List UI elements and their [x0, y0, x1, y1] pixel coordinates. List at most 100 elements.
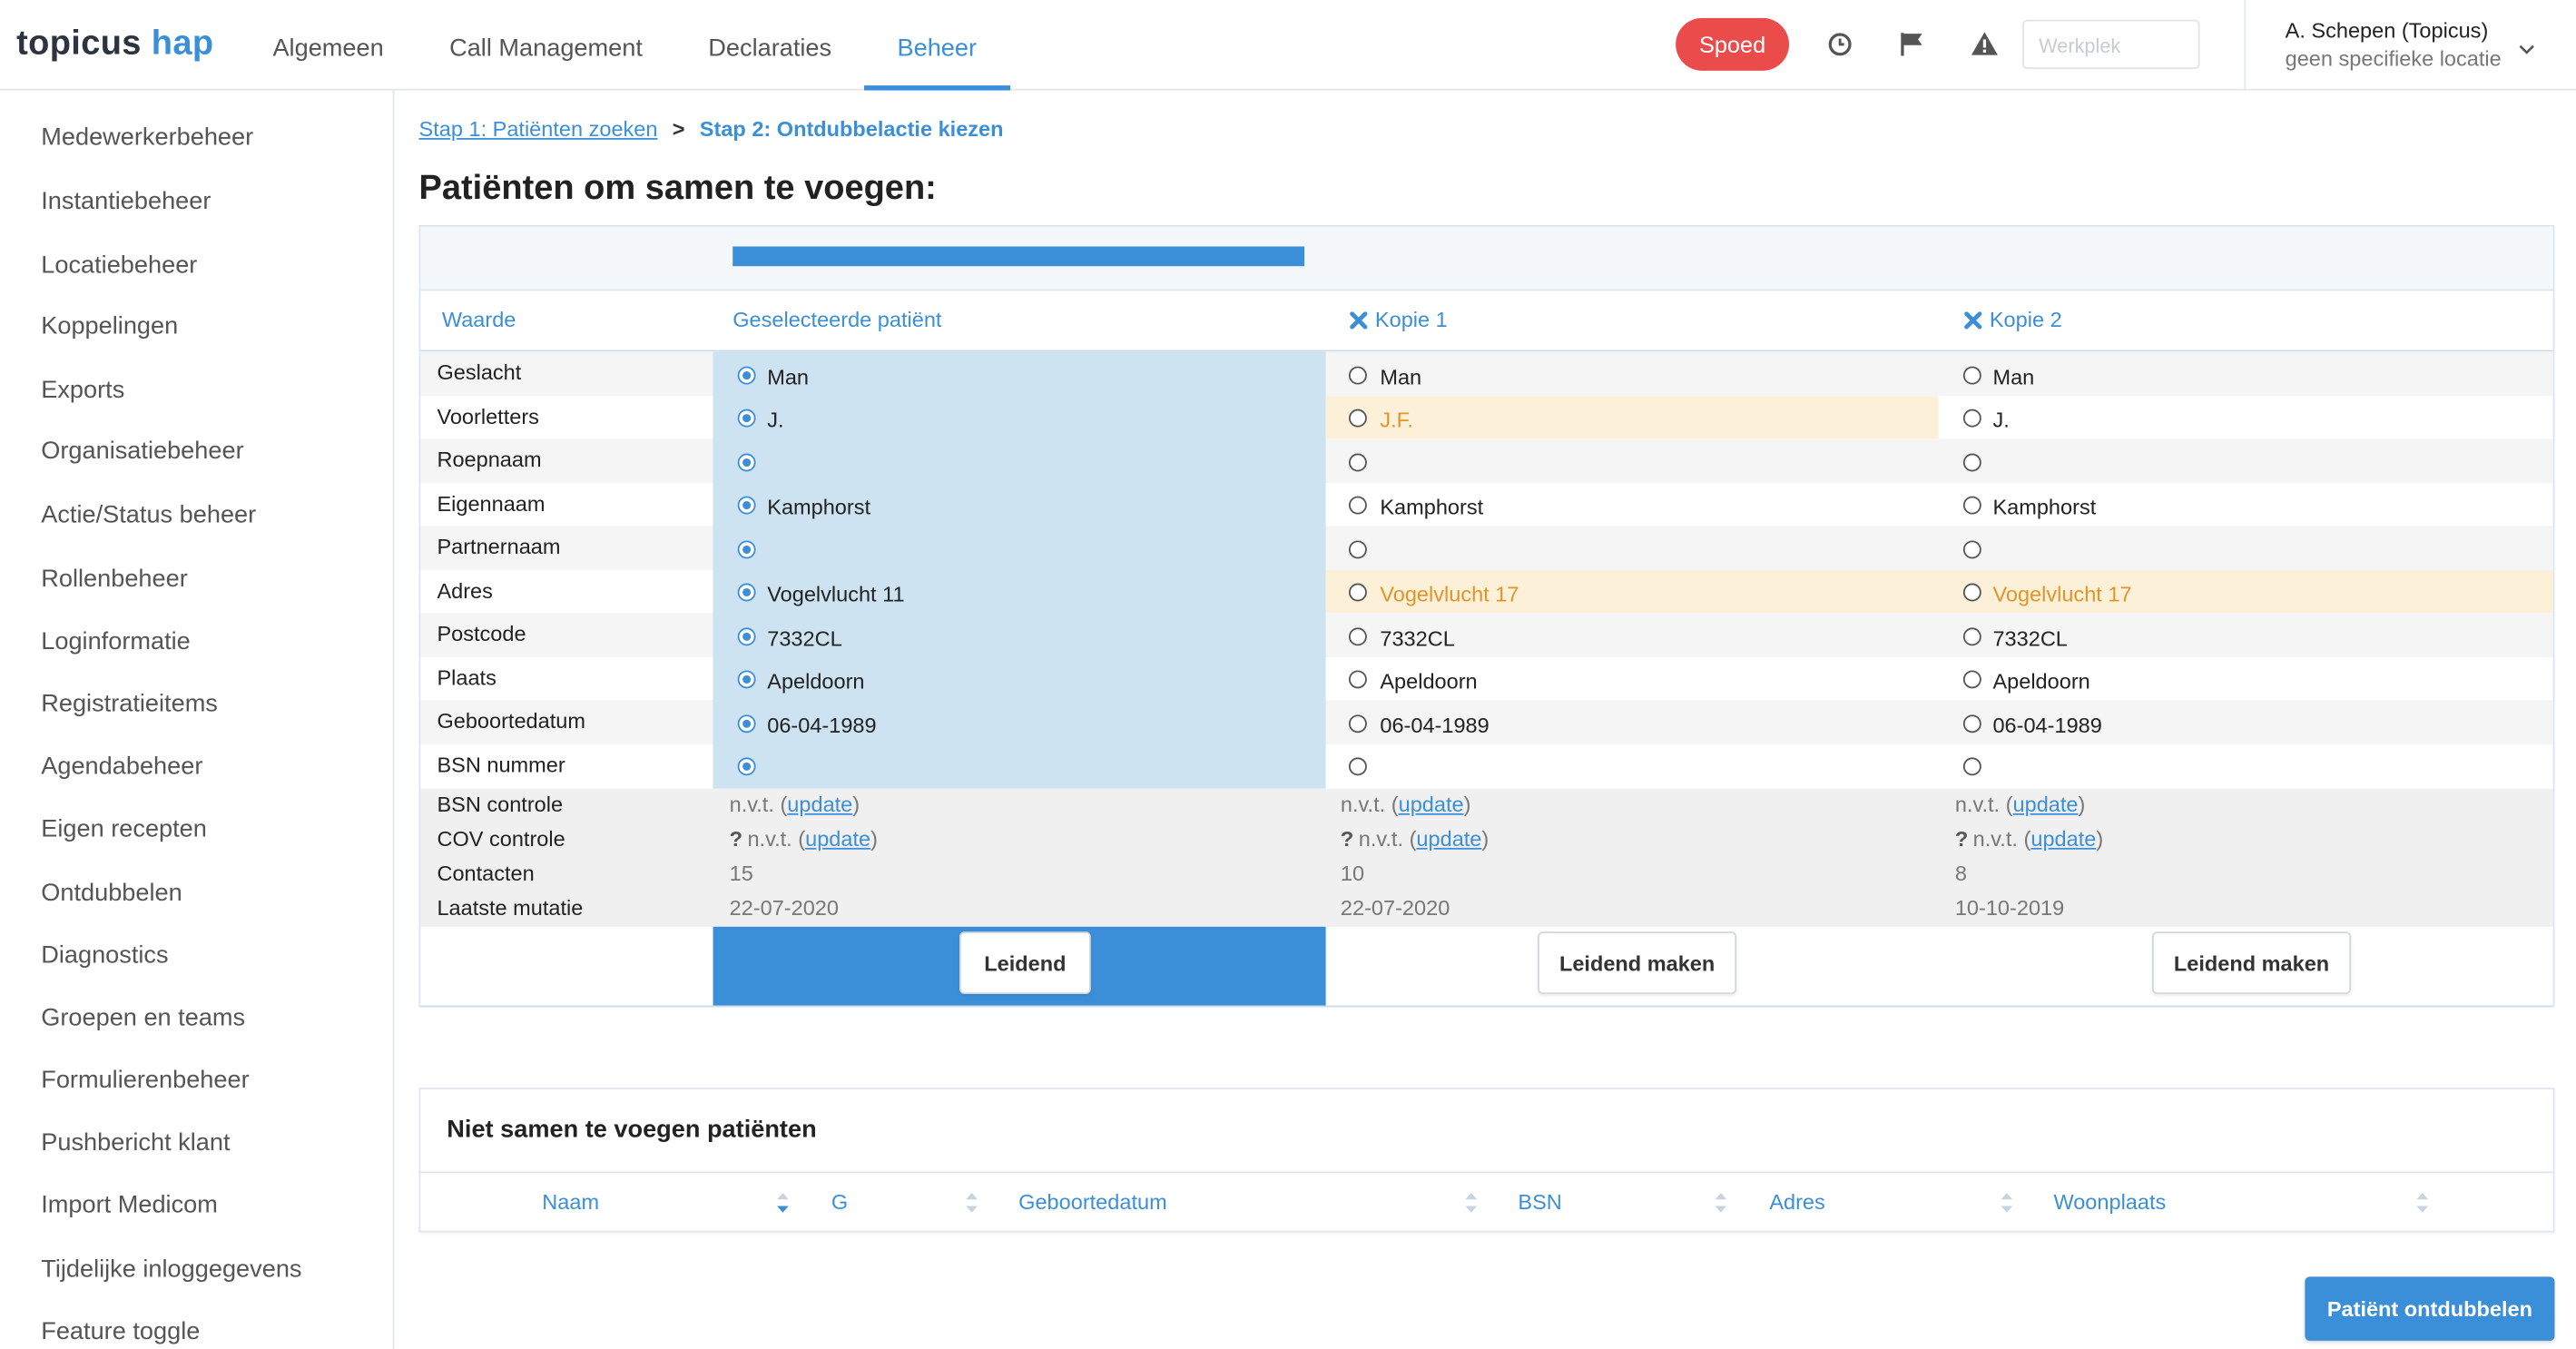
radio-copy2-voorletters[interactable] — [1962, 409, 1981, 428]
radio-copy2-postcode[interactable] — [1962, 627, 1981, 646]
radio-copy1-geboortedatum[interactable] — [1348, 714, 1367, 734]
user-menu[interactable]: A. Schepen (Topicus) geen specifieke loc… — [2286, 18, 2502, 71]
sort-woonplaats-icon[interactable] — [2415, 1191, 2430, 1222]
sidebar-item-koppelingen[interactable]: Koppelingen — [41, 312, 178, 340]
sidebar-item-organisatiebeheer[interactable]: Organisatiebeheer — [41, 437, 243, 465]
flag-icon[interactable] — [1893, 25, 1932, 64]
bsn-update-link[interactable]: update — [2013, 792, 2079, 816]
sidebar-item-actie-status-beheer[interactable]: Actie/Status beheer — [41, 501, 256, 529]
sidebar-item-formulierenbeheer[interactable]: Formulierenbeheer — [41, 1067, 249, 1095]
warning-icon[interactable] — [1965, 25, 2004, 64]
sidebar-item-registratieitems[interactable]: Registratieitems — [41, 690, 218, 718]
field-label-roepnaam: Roepnaam — [437, 447, 542, 472]
radio-selected-geboortedatum[interactable] — [737, 714, 756, 734]
radio-copy2-partnernaam[interactable] — [1962, 540, 1981, 559]
radio-copy2-eigennaam[interactable] — [1962, 496, 1981, 515]
selected-postcode: 7332CL — [767, 625, 842, 651]
selected-contacten: 15 — [729, 861, 753, 886]
radio-selected-plaats[interactable] — [737, 670, 756, 689]
cov-update-link[interactable]: update — [2030, 826, 2096, 851]
radio-copy1-bsn[interactable] — [1348, 757, 1367, 776]
sort-bsn-icon[interactable] — [1714, 1191, 1728, 1222]
sort-g-icon[interactable] — [964, 1191, 978, 1222]
sidebar-item-eigen-recepten[interactable]: Eigen recepten — [41, 815, 207, 843]
radio-copy2-roepnaam[interactable] — [1962, 453, 1981, 472]
spoed-button[interactable]: Spoed — [1676, 17, 1790, 71]
radio-copy1-eigennaam[interactable] — [1348, 496, 1367, 515]
sidebar-item-loginformatie[interactable]: Loginformatie — [41, 627, 191, 655]
radio-selected-voorletters[interactable] — [737, 409, 756, 428]
radio-copy1-adres[interactable] — [1348, 583, 1367, 602]
sidebar-item-rollenbeheer[interactable]: Rollenbeheer — [41, 566, 188, 594]
cov-update-link[interactable]: update — [805, 826, 870, 851]
sidebar-item-agendabeheer[interactable]: Agendabeheer — [41, 753, 202, 781]
column-adres[interactable]: Adres — [1769, 1189, 1824, 1214]
radio-selected-eigennaam[interactable] — [737, 496, 756, 515]
sidebar-item-pushbericht-klant[interactable]: Pushbericht klant — [41, 1128, 230, 1157]
column-geboortedatum[interactable]: Geboortedatum — [1018, 1189, 1167, 1214]
radio-copy1-plaats[interactable] — [1348, 670, 1367, 689]
radio-selected-adres[interactable] — [737, 583, 756, 602]
sidebar-item-ontdubbelen[interactable]: Ontdubbelen — [41, 879, 182, 907]
copy2-voorletters: J. — [1992, 407, 2010, 433]
top-header: topicus hap Algemeen Call Management Dec… — [0, 0, 2576, 91]
nav-beheer[interactable]: Beheer — [864, 0, 1010, 91]
radio-copy2-plaats[interactable] — [1962, 670, 1981, 689]
sidebar-item-exports[interactable]: Exports — [41, 376, 124, 404]
sort-adres-icon[interactable] — [2000, 1191, 2014, 1222]
radio-copy2-geboortedatum[interactable] — [1962, 714, 1981, 734]
breadcrumb-separator: > — [672, 116, 685, 142]
radio-copy2-bsn[interactable] — [1962, 757, 1981, 776]
sidebar-item-groepen-en-teams[interactable]: Groepen en teams — [41, 1004, 245, 1032]
radio-copy2-geslacht[interactable] — [1962, 366, 1981, 385]
column-naam[interactable]: Naam — [542, 1189, 599, 1214]
nav-algemeen[interactable]: Algemeen — [240, 0, 417, 91]
logo-text-hap: hap — [151, 25, 214, 63]
radio-selected-roepnaam[interactable] — [737, 453, 756, 472]
werkplek-input[interactable]: Werkplek — [2022, 19, 2200, 70]
copy1-cov-controle: ? n.v.t. (update) — [1341, 826, 1489, 851]
column-woonplaats[interactable]: Woonplaats — [2053, 1189, 2166, 1214]
sort-naam-icon[interactable] — [775, 1191, 790, 1222]
radio-copy1-voorletters[interactable] — [1348, 409, 1367, 428]
sidebar-item-medewerkerbeheer[interactable]: Medewerkerbeheer — [41, 123, 253, 152]
sidebar-item-import-medicom[interactable]: Import Medicom — [41, 1191, 218, 1219]
chevron-down-icon[interactable] — [2517, 36, 2537, 66]
radio-copy2-adres[interactable] — [1962, 583, 1981, 602]
leidend-maken-copy2-button[interactable]: Leidend maken — [2152, 931, 2352, 995]
sort-geboortedatum-icon[interactable] — [1464, 1191, 1479, 1222]
nav-call-management[interactable]: Call Management — [417, 0, 675, 91]
radio-copy1-postcode[interactable] — [1348, 627, 1367, 646]
radio-copy1-geslacht[interactable] — [1348, 366, 1367, 385]
radio-copy1-partnernaam[interactable] — [1348, 540, 1367, 559]
sidebar-item-instantiebeheer[interactable]: Instantiebeheer — [41, 187, 211, 215]
radio-copy1-roepnaam[interactable] — [1348, 453, 1367, 472]
radio-selected-postcode[interactable] — [737, 627, 756, 646]
clock-icon[interactable] — [1820, 25, 1859, 64]
cov-update-link[interactable]: update — [1416, 826, 1481, 851]
selected-laatste-mutatie: 22-07-2020 — [729, 895, 839, 921]
not-merge-panel: Niet samen te voegen patiënten Naam G Ge… — [418, 1088, 2555, 1233]
leidend-button[interactable]: Leidend — [959, 931, 1091, 995]
radio-selected-bsn[interactable] — [737, 757, 756, 776]
sidebar-item-feature-toggle[interactable]: Feature toggle — [41, 1318, 200, 1346]
leidend-maken-copy1-button[interactable]: Leidend maken — [1538, 931, 1737, 995]
bsn-update-link[interactable]: update — [787, 792, 852, 816]
radio-selected-partnernaam[interactable] — [737, 540, 756, 559]
breadcrumb-step1-link[interactable]: Stap 1: Patiënten zoeken — [419, 117, 658, 142]
nav-declaraties[interactable]: Declaraties — [675, 0, 864, 91]
radio-selected-geslacht[interactable] — [737, 366, 756, 385]
logo[interactable]: topicus hap — [16, 25, 213, 64]
main-nav: Algemeen Call Management Declaraties Beh… — [240, 0, 1010, 91]
column-g[interactable]: G — [831, 1189, 848, 1214]
patient-ontdubbelen-button[interactable]: Patiënt ontdubbelen — [2305, 1276, 2555, 1341]
remove-copy-2-icon[interactable] — [1963, 310, 1983, 335]
sidebar-item-locatiebeheer[interactable]: Locatiebeheer — [41, 251, 197, 280]
field-label-bsn-nummer: BSN nummer — [437, 752, 565, 778]
header-divider — [2244, 0, 2247, 91]
column-bsn[interactable]: BSN — [1518, 1189, 1561, 1214]
sidebar-item-diagnostics[interactable]: Diagnostics — [41, 941, 168, 970]
sidebar-item-tijdelijke-inloggegevens[interactable]: Tijdelijke inloggegevens — [41, 1255, 301, 1284]
bsn-update-link[interactable]: update — [1399, 792, 1464, 816]
remove-copy-1-icon[interactable] — [1349, 310, 1369, 335]
